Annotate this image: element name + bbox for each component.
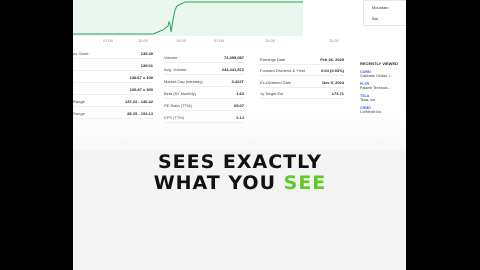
chart-type-mountain[interactable]: Mountain [372,5,388,10]
caption-text: WHAT YOU [153,172,284,194]
chart-type-bar[interactable]: Bar [372,16,378,21]
stat-row: Volume 73,399,087 [164,54,244,63]
stat-row: Earnings Date Feb 26, 2025 [260,56,344,65]
caption-line-2: WHAT YOU SEE [0,173,480,194]
recent-item[interactable]: TSLA Tesla, Inc. [360,94,406,102]
time-tick: 15:00 [176,38,187,43]
stat-row: 1y Target Est 173.71 [260,90,344,99]
time-tick: 11:00 [138,38,148,43]
time-tick: 07:00 [214,38,225,43]
stat-row: Beta (5Y Monthly) 1.63 [164,90,244,99]
time-tick: 15:00 [265,38,276,43]
recent-item[interactable]: CORN Coinbase Global, I... [360,70,406,78]
stat-row: Range 137.23 - 140.42 [73,98,153,107]
stat-row: ev Close 139.40 [73,50,153,59]
caption-line-1: SEES EXACTLY [157,151,323,173]
price-chart[interactable] [73,0,303,36]
caption-highlight: SEE [283,172,327,194]
stat-row: 139.87 x 300 [73,86,153,95]
stat-row: Ex-Dividend Date Dec 5, 2024 [260,79,344,88]
chart-time-axis: 07:00 11:00 15:00 07:00 15:00 11:00 [73,36,353,46]
app-window: 07:00 11:00 15:00 07:00 15:00 11:00 Moun… [73,0,406,270]
stat-row: Avg. Volume 244,441,572 [164,66,244,75]
price-line [73,1,303,35]
recent-item[interactable]: PLTR Palantir Technolo... [360,82,406,90]
time-tick: 11:00 [329,38,339,43]
stat-row: Market Cap (intraday) 3.422T [164,78,244,87]
stat-row: 139.01 [73,62,153,71]
stat-row: Forward Dividend & Yield 0.04 (0.03%) [260,67,344,76]
recently-viewed-title: RECENTLY VIEWED [360,61,399,66]
time-tick: 07:00 [103,38,114,43]
video-caption: SEES EXACTLY WHAT YOU SEE [0,152,480,194]
stat-row: 138.67 x 100 [73,74,153,83]
chart-type-menu: Mountain Bar [363,0,406,26]
